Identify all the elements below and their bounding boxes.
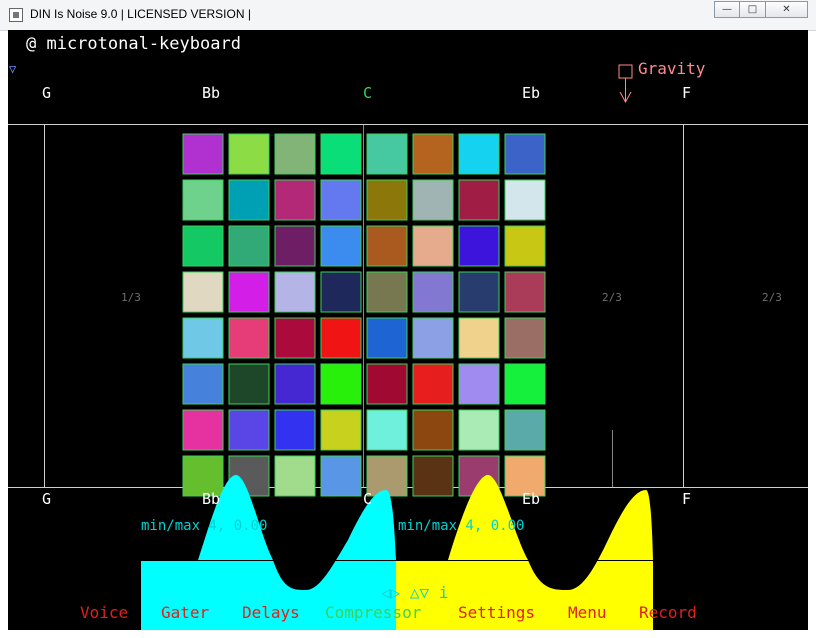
grid-cell[interactable] — [182, 179, 224, 221]
grid-cell[interactable] — [412, 179, 454, 221]
menu-compressor[interactable]: Compressor — [325, 605, 421, 621]
grid-cell[interactable] — [182, 409, 224, 451]
grid-cell[interactable] — [366, 409, 408, 451]
grid-cell[interactable] — [412, 455, 454, 497]
note-bottom-g: G — [42, 490, 52, 508]
ratio-right: 2/3 — [762, 291, 782, 304]
grid-cell[interactable] — [320, 363, 362, 405]
grid-cell[interactable] — [274, 271, 316, 313]
note-top-bb: Bb — [202, 84, 221, 102]
note-bottom-c: C — [363, 490, 373, 508]
grid-cell[interactable] — [504, 225, 546, 267]
grid-cell[interactable] — [412, 133, 454, 175]
grid-cell[interactable] — [228, 133, 270, 175]
grid-cell[interactable] — [458, 317, 500, 359]
grid-cell[interactable] — [366, 133, 408, 175]
grid-cell[interactable] — [182, 225, 224, 267]
mode-label[interactable]: @ microtonal-keyboard — [26, 36, 241, 53]
din-canvas[interactable]: @ microtonal-keyboard ▽ Gravity G Bb C E… — [8, 30, 808, 630]
grid-cell[interactable] — [274, 133, 316, 175]
grid-cell[interactable] — [504, 317, 546, 359]
grid-cell[interactable] — [320, 225, 362, 267]
menu-voice[interactable]: Voice — [80, 605, 128, 621]
note-top-f: F — [682, 84, 692, 102]
grid-cell[interactable] — [366, 317, 408, 359]
note-top-eb: Eb — [522, 84, 541, 102]
grid-cell[interactable] — [366, 363, 408, 405]
grid-cell[interactable] — [412, 363, 454, 405]
grid-cell[interactable] — [458, 409, 500, 451]
title-bar[interactable]: DIN Is Noise 9.0 | LICENSED VERSION | — … — [0, 0, 816, 31]
minmax-left: min/max 4, 0.00 — [141, 518, 268, 534]
gravity-handle[interactable] — [618, 64, 633, 79]
canvas-graphics — [8, 64, 808, 630]
grid-cell[interactable] — [274, 455, 316, 497]
note-top-g: G — [42, 84, 52, 102]
grid-cell[interactable] — [228, 317, 270, 359]
grid-cell[interactable] — [320, 455, 362, 497]
grid-cell[interactable] — [320, 133, 362, 175]
grid-cell[interactable] — [182, 317, 224, 359]
window-title: DIN Is Noise 9.0 | LICENSED VERSION | — [30, 7, 251, 21]
grid-cell[interactable] — [182, 271, 224, 313]
grid-cell[interactable] — [458, 363, 500, 405]
note-top-c: C — [363, 84, 373, 102]
grid-cell[interactable] — [228, 225, 270, 267]
grid-cell[interactable] — [366, 455, 408, 497]
note-bottom-eb: Eb — [522, 490, 541, 508]
grid-cell[interactable] — [228, 179, 270, 221]
grid-cell[interactable] — [228, 363, 270, 405]
note-bottom-f: F — [682, 490, 692, 508]
grid-cell[interactable] — [412, 271, 454, 313]
grid-cell[interactable] — [228, 409, 270, 451]
minmax-right: min/max 4, 0.00 — [398, 518, 525, 534]
window-controls: — □ ✕ — [714, 1, 808, 20]
grid-cell[interactable] — [228, 271, 270, 313]
grid-cell[interactable] — [458, 133, 500, 175]
menu-delays[interactable]: Delays — [242, 605, 300, 621]
grid-cell[interactable] — [504, 363, 546, 405]
grid-cell[interactable] — [458, 271, 500, 313]
navigation-arrows[interactable]: ◁▷ △▽ i — [381, 585, 448, 601]
grid-cell[interactable] — [412, 409, 454, 451]
grid-cell[interactable] — [320, 179, 362, 221]
grid-cell[interactable] — [320, 317, 362, 359]
grid-cell[interactable] — [412, 225, 454, 267]
grid-cell[interactable] — [320, 271, 362, 313]
grid-cell[interactable] — [366, 225, 408, 267]
minimize-button[interactable]: — — [714, 1, 740, 18]
gravity-label[interactable]: Gravity — [638, 61, 705, 77]
grid-cell[interactable] — [366, 179, 408, 221]
grid-cell[interactable] — [274, 317, 316, 359]
grid-cell[interactable] — [182, 133, 224, 175]
grid-cell[interactable] — [274, 179, 316, 221]
grid-cell[interactable] — [274, 409, 316, 451]
grid-cell[interactable] — [274, 225, 316, 267]
close-button[interactable]: ✕ — [766, 1, 808, 18]
grid-cell[interactable] — [366, 271, 408, 313]
ratio-left: 1/3 — [121, 291, 141, 304]
menu-settings[interactable]: Settings — [458, 605, 535, 621]
grid-cell[interactable] — [504, 409, 546, 451]
grid-cell[interactable] — [504, 133, 546, 175]
menu-gater[interactable]: Gater — [161, 605, 209, 621]
app-window: DIN Is Noise 9.0 | LICENSED VERSION | — … — [0, 0, 816, 638]
grid-cell[interactable] — [412, 317, 454, 359]
menu-menu[interactable]: Menu — [568, 605, 607, 621]
grid-cell[interactable] — [458, 225, 500, 267]
grid-cell[interactable] — [458, 179, 500, 221]
maximize-button[interactable]: □ — [740, 1, 766, 18]
dropdown-icon[interactable]: ▽ — [9, 63, 16, 75]
ratio-mid: 2/3 — [602, 291, 622, 304]
grid-cell[interactable] — [320, 409, 362, 451]
menu-record[interactable]: Record — [639, 605, 697, 621]
grid-cell[interactable] — [504, 271, 546, 313]
grid-cell[interactable] — [182, 363, 224, 405]
note-bottom-bb: Bb — [202, 490, 221, 508]
grid-cell[interactable] — [274, 363, 316, 405]
grid-cell[interactable] — [504, 179, 546, 221]
app-icon — [9, 8, 23, 22]
